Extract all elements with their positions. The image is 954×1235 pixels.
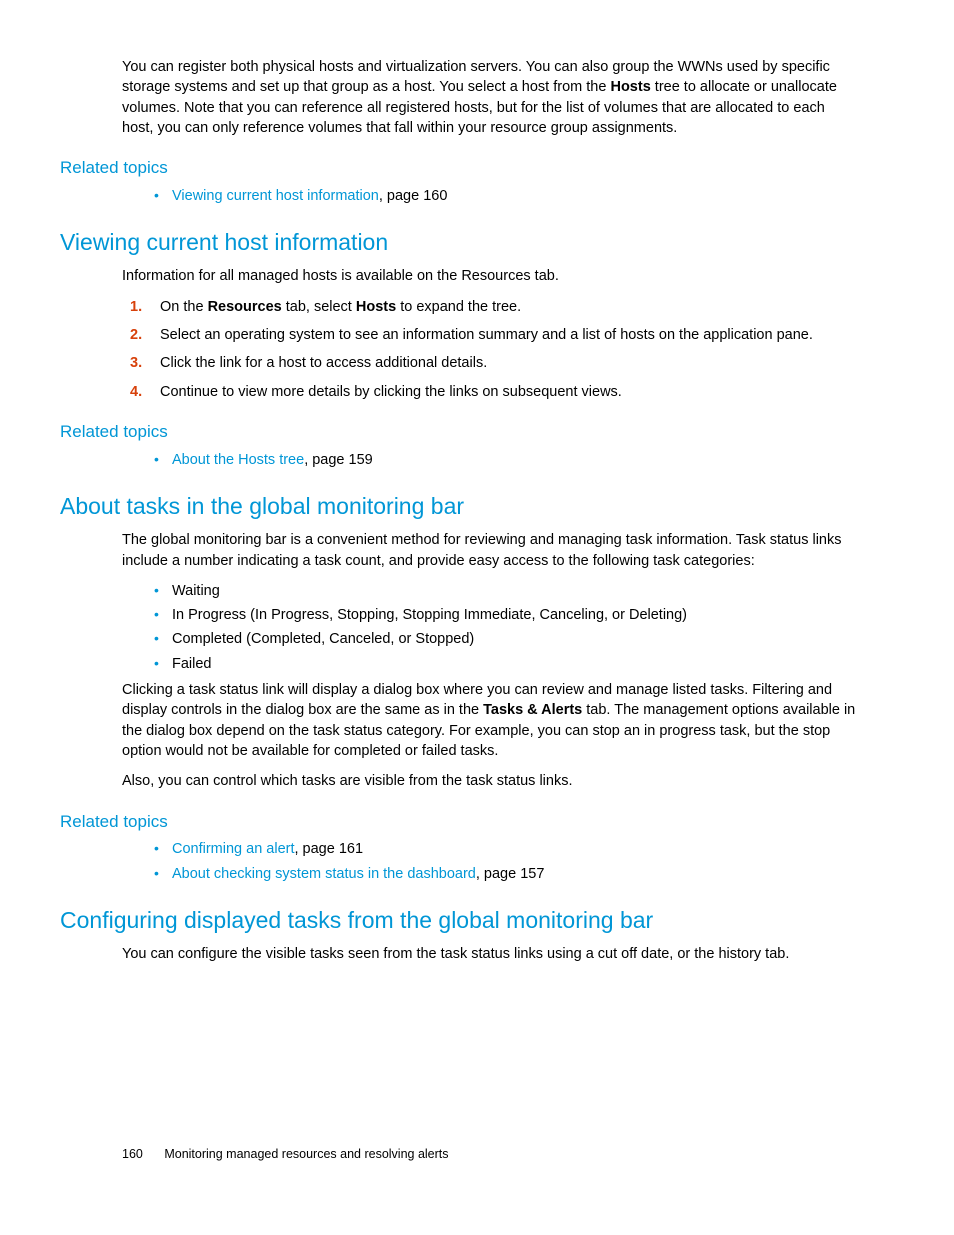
step-item: On the Resources tab, select Hosts to ex… — [126, 297, 856, 317]
page-number: 160 — [122, 1147, 143, 1161]
category-list: Waiting In Progress (In Progress, Stoppi… — [150, 581, 856, 674]
step-item: Continue to view more details by clickin… — [126, 382, 856, 402]
link-dashboard-status[interactable]: About checking system status in the dash… — [172, 866, 476, 882]
text: Information for all managed hosts is ava… — [122, 266, 856, 286]
step-item: Click the link for a host to access addi… — [126, 353, 856, 373]
text: You can configure the visible tasks seen… — [122, 944, 856, 964]
list-item: About the Hosts tree, page 159 — [150, 450, 856, 470]
section-heading-configuring: Configuring displayed tasks from the glo… — [60, 904, 856, 936]
text: to expand the tree. — [396, 299, 521, 315]
related-topics-heading: Related topics — [60, 156, 856, 180]
link-confirming-alert[interactable]: Confirming an alert — [172, 841, 295, 857]
related-topics-heading: Related topics — [60, 420, 856, 444]
section-heading-viewing: Viewing current host information — [60, 226, 856, 258]
text: , page 160 — [379, 188, 448, 204]
list-item: About checking system status in the dash… — [150, 864, 856, 884]
text: On the — [160, 299, 208, 315]
related-list: Viewing current host information, page 1… — [150, 186, 856, 206]
step-item: Select an operating system to see an inf… — [126, 325, 856, 345]
list-item: Confirming an alert, page 161 — [150, 839, 856, 859]
steps-list: On the Resources tab, select Hosts to ex… — [126, 297, 856, 402]
bold-hosts: Hosts — [610, 79, 650, 95]
related-list: About the Hosts tree, page 159 — [150, 450, 856, 470]
text: , page 161 — [295, 841, 364, 857]
related-list: Confirming an alert, page 161 About chec… — [150, 839, 856, 884]
list-item: In Progress (In Progress, Stopping, Stop… — [150, 605, 856, 625]
page-footer: 160 Monitoring managed resources and res… — [122, 1146, 449, 1164]
text: , page 157 — [476, 866, 545, 882]
list-item: Waiting — [150, 581, 856, 601]
bold-tasks-alerts: Tasks & Alerts — [483, 702, 582, 718]
text: Also, you can control which tasks are vi… — [122, 771, 856, 791]
list-item: Completed (Completed, Canceled, or Stopp… — [150, 629, 856, 649]
link-hosts-tree[interactable]: About the Hosts tree — [172, 452, 304, 468]
section-heading-tasks: About tasks in the global monitoring bar — [60, 490, 856, 522]
bold-hosts: Hosts — [356, 299, 396, 315]
list-item: Viewing current host information, page 1… — [150, 186, 856, 206]
footer-text: Monitoring managed resources and resolvi… — [164, 1147, 448, 1161]
text: The global monitoring bar is a convenien… — [122, 530, 856, 571]
text: , page 159 — [304, 452, 373, 468]
bold-resources: Resources — [208, 299, 282, 315]
list-item: Failed — [150, 654, 856, 674]
link-viewing-host-info[interactable]: Viewing current host information — [172, 188, 379, 204]
intro-paragraph: You can register both physical hosts and… — [122, 57, 856, 138]
text: tab, select — [282, 299, 356, 315]
related-topics-heading: Related topics — [60, 810, 856, 834]
